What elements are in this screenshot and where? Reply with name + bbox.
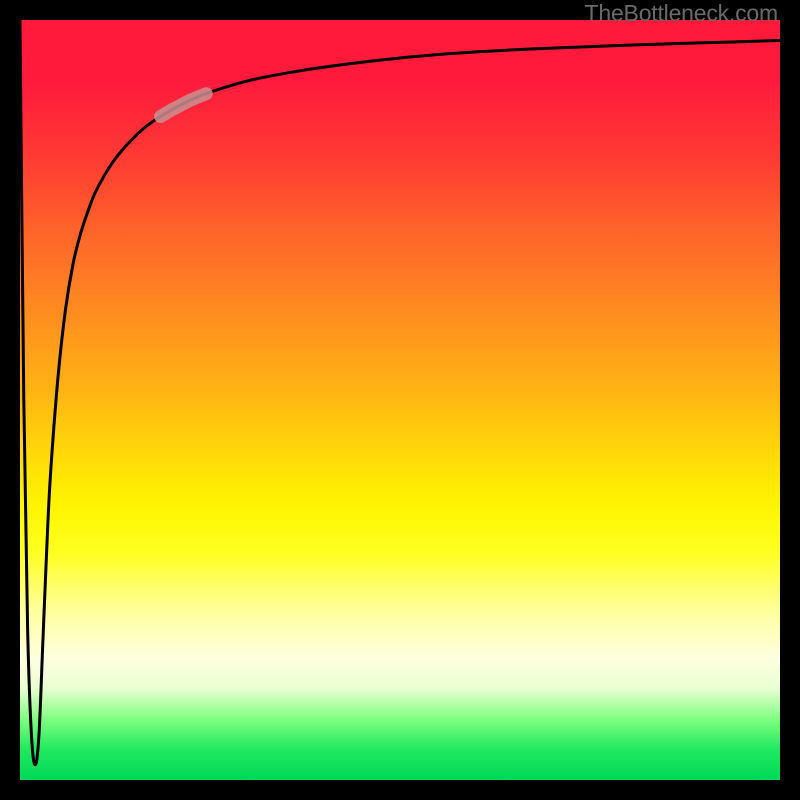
main-curve — [20, 20, 780, 765]
chart-container: TheBottleneck.com — [0, 0, 800, 800]
watermark-text: TheBottleneck.com — [585, 0, 778, 27]
chart-svg — [20, 20, 780, 780]
highlight-segment — [161, 94, 207, 117]
